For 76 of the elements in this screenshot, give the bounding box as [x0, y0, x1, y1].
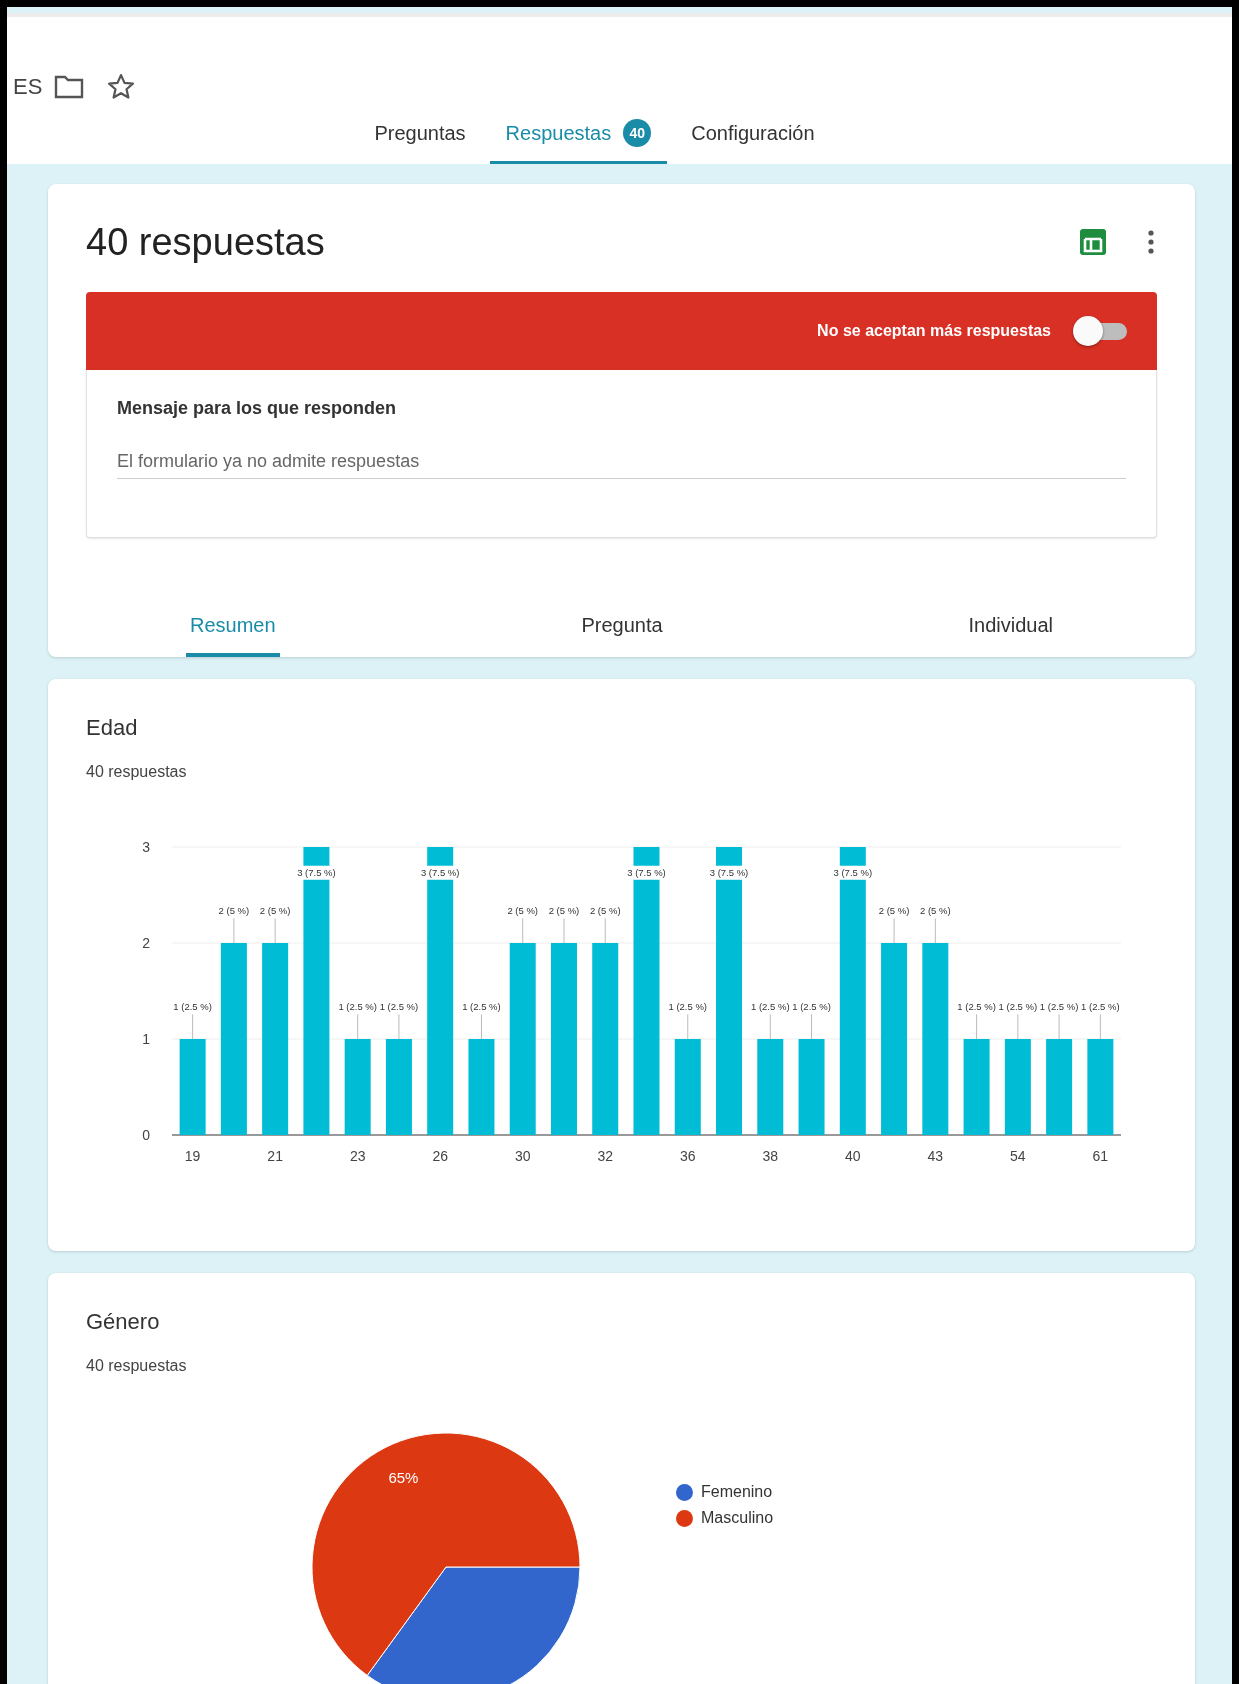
question-title: Género [86, 1308, 161, 1335]
data-label: 2 (5 %) [918, 904, 953, 919]
leader-line [522, 917, 524, 944]
leader-line [687, 1013, 689, 1040]
tab[interactable]: Resumen [186, 600, 280, 657]
axis-label: 40 [845, 1148, 861, 1164]
axis-label: 21 [267, 1148, 283, 1164]
tab[interactable]: Preguntas [358, 107, 482, 164]
leader-line [274, 917, 276, 944]
axis-label: 30 [514, 1148, 531, 1164]
tab[interactable]: Pregunta [577, 600, 667, 657]
data-label: 3 (7.5 %) [418, 865, 462, 880]
leader-line [563, 917, 565, 944]
leader-line [811, 1013, 813, 1040]
axis-label: 43 [927, 1148, 944, 1164]
data-label: 1 (2.5 %) [666, 1000, 710, 1015]
data-label: 65% [388, 1469, 419, 1487]
axis-label: 38 [762, 1148, 779, 1164]
data-label: 1 (2.5 %) [954, 1000, 999, 1015]
spreadsheet-icon[interactable] [1077, 226, 1109, 258]
data-label: 1 (2.5 %) [377, 1000, 421, 1015]
data-label: 2 (5 %) [258, 904, 293, 919]
axis-label: 19 [184, 1148, 201, 1164]
responses-title: 40 respuestas [86, 220, 326, 264]
accepting-toggle[interactable] [1073, 315, 1129, 347]
legend-label: Femenino [701, 1483, 773, 1501]
leader-line [1099, 1013, 1101, 1040]
data-label: 2 (5 %) [876, 904, 912, 919]
leader-line [1017, 1013, 1019, 1040]
leader-line [976, 1013, 978, 1040]
response-count: 40 respuestas [86, 1357, 188, 1375]
axis-label: 61 [1092, 1148, 1109, 1164]
leader-line [934, 917, 936, 944]
data-label: 1 (2.5 %) [996, 1000, 1040, 1015]
data-label: 1 (2.5 %) [789, 1000, 834, 1015]
axis-label: 32 [597, 1148, 614, 1164]
leader-line [480, 1013, 482, 1040]
form-title: ES [13, 74, 43, 100]
data-label: 3 (7.5 %) [831, 865, 875, 880]
data-label: 1 (2.5 %) [459, 1000, 504, 1015]
data-label: 2 (5 %) [216, 904, 251, 919]
axis-label: 1 [142, 1031, 150, 1047]
question-title: Edad [86, 714, 139, 741]
axis-label: 23 [349, 1148, 366, 1164]
axis-label: 3 [142, 839, 150, 855]
leader-line [398, 1013, 400, 1040]
legend-label: Masculino [701, 1509, 774, 1527]
axis-label: 2 [142, 935, 150, 951]
data-label: 1 (2.5 %) [748, 1000, 792, 1015]
axis-label: 54 [1010, 1148, 1026, 1164]
accepting-label: No se aceptan más respuestas [817, 322, 1051, 340]
message-label: Mensaje para los que responden [117, 398, 398, 419]
data-label: 1 (2.5 %) [170, 1000, 215, 1015]
leader-line [357, 1013, 359, 1040]
data-label: 2 (5 %) [546, 904, 582, 919]
leader-line [192, 1013, 194, 1040]
message-field[interactable]: El formulario ya no admite respuestas [117, 445, 1126, 479]
tab[interactable]: Configuración [675, 107, 831, 164]
axis-label: 0 [142, 1127, 150, 1143]
data-label: 1 (2.5 %) [335, 1000, 380, 1015]
leader-line [893, 917, 895, 944]
axis-label: 26 [432, 1148, 448, 1164]
data-label: 2 (5 %) [588, 904, 623, 919]
leader-line [769, 1013, 771, 1040]
tab[interactable]: Respuestas 40 [489, 107, 668, 164]
leader-line [1058, 1013, 1060, 1040]
tab[interactable]: Individual [964, 600, 1057, 657]
data-label: 1 (2.5 %) [1037, 1000, 1081, 1015]
leader-line [233, 917, 235, 944]
response-count: 40 respuestas [86, 763, 188, 781]
count-badge: 40 [623, 119, 652, 147]
leader-line [604, 917, 606, 944]
data-label: 2 (5 %) [505, 904, 540, 919]
axis-label: 36 [679, 1148, 696, 1164]
data-label: 1 (2.5 %) [1078, 1000, 1123, 1015]
data-label: 3 (7.5 %) [707, 865, 751, 880]
